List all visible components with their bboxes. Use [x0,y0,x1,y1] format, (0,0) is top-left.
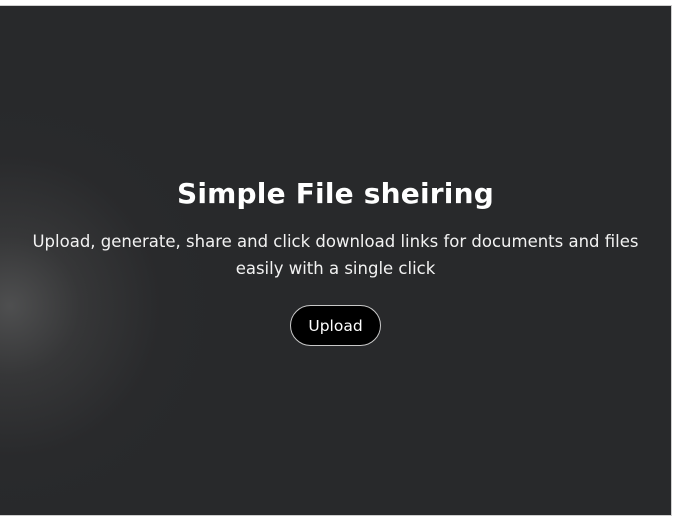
page-title: Simple File sheiring [177,177,494,210]
upload-button[interactable]: Upload [290,305,381,346]
page-subtitle: Upload, generate, share and click downlo… [32,232,639,278]
page-frame: Simple File sheiring Upload, generate, s… [0,5,672,516]
hero-section: Simple File sheiring Upload, generate, s… [0,174,671,346]
